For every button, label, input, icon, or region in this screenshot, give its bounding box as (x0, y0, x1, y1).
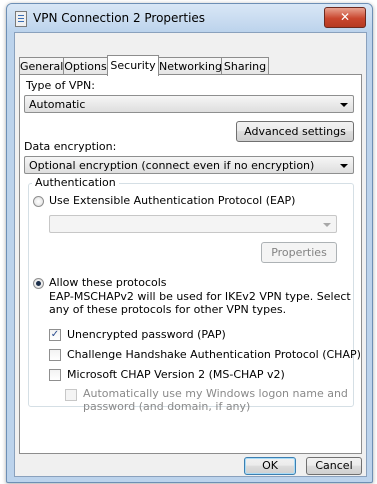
mschap-v2-label[interactable]: Microsoft CHAP Version 2 (MS-CHAP v2) (67, 368, 285, 381)
tab-label: Security (110, 59, 156, 72)
tab-sharing[interactable]: Sharing (221, 57, 269, 75)
auto-logon-label-line1[interactable]: Automatically use my Windows logon name … (83, 387, 348, 400)
authentication-group: Authentication Use Extensible Authentica… (28, 176, 361, 413)
data-encryption-select[interactable]: Optional encryption (connect even if no … (24, 156, 354, 174)
vpn-type-label: Type of VPN: (26, 79, 95, 92)
chevron-down-icon (323, 223, 331, 227)
tab-networking[interactable]: Networking (158, 57, 222, 75)
auto-logon-label-line2[interactable]: password (and domain, if any) (83, 400, 250, 413)
allow-protocols-note-line1: EAP-MSCHAPv2 will be used for IKEv2 VPN … (49, 290, 351, 303)
tab-label: Networking (159, 60, 222, 73)
radio-selected-dot (36, 281, 41, 286)
mschap-v2-checkbox[interactable] (49, 369, 61, 381)
tab-general[interactable]: General (19, 57, 64, 75)
allow-protocols-note-line2: any of these protocols for other VPN typ… (49, 303, 287, 316)
pap-checkbox[interactable]: ✓ (49, 329, 61, 341)
close-button[interactable]: ✕ (324, 7, 366, 28)
tab-label: Sharing (223, 60, 267, 73)
network-icon (15, 11, 27, 27)
vpn-type-select[interactable]: Automatic (24, 95, 354, 113)
auto-logon-checkbox[interactable] (65, 389, 77, 401)
tab-options[interactable]: Options (63, 57, 108, 75)
tab-label: General (20, 60, 64, 73)
security-panel: Type of VPN: Automatic Advanced settings… (19, 74, 362, 454)
data-encryption-label: Data encryption: (24, 140, 117, 153)
properties-window: VPN Connection 2 Properties ✕ General Op… (6, 3, 373, 483)
eap-method-select[interactable] (49, 215, 337, 233)
close-icon: ✕ (339, 10, 351, 24)
allow-protocols-label[interactable]: Allow these protocols (49, 276, 167, 289)
vpn-type-value: Automatic (29, 98, 86, 111)
ok-button[interactable]: OK (244, 457, 296, 475)
dialog-client: General Options Security Networking Shar… (14, 32, 367, 477)
title-bar[interactable]: VPN Connection 2 Properties ✕ (7, 4, 372, 32)
chevron-down-icon (340, 103, 348, 107)
chap-label[interactable]: Challenge Handshake Authentication Proto… (67, 348, 361, 361)
data-encryption-value: Optional encryption (connect even if no … (29, 159, 315, 172)
allow-protocols-radio[interactable] (33, 278, 44, 289)
chevron-down-icon (340, 164, 348, 168)
authentication-group-title: Authentication (32, 176, 119, 189)
pap-label[interactable]: Unencrypted password (PAP) (67, 328, 226, 341)
window-title: VPN Connection 2 Properties (33, 11, 206, 25)
tab-security[interactable]: Security (107, 55, 159, 76)
eap-radio-label[interactable]: Use Extensible Authentication Protocol (… (49, 194, 295, 207)
checkmark-icon: ✓ (50, 329, 60, 340)
eap-radio[interactable] (33, 196, 44, 207)
cancel-button[interactable]: Cancel (306, 457, 362, 475)
tab-label: Options (64, 60, 107, 73)
advanced-settings-button[interactable]: Advanced settings (236, 121, 354, 142)
chap-checkbox[interactable] (49, 349, 61, 361)
properties-button[interactable]: Properties (261, 242, 337, 263)
